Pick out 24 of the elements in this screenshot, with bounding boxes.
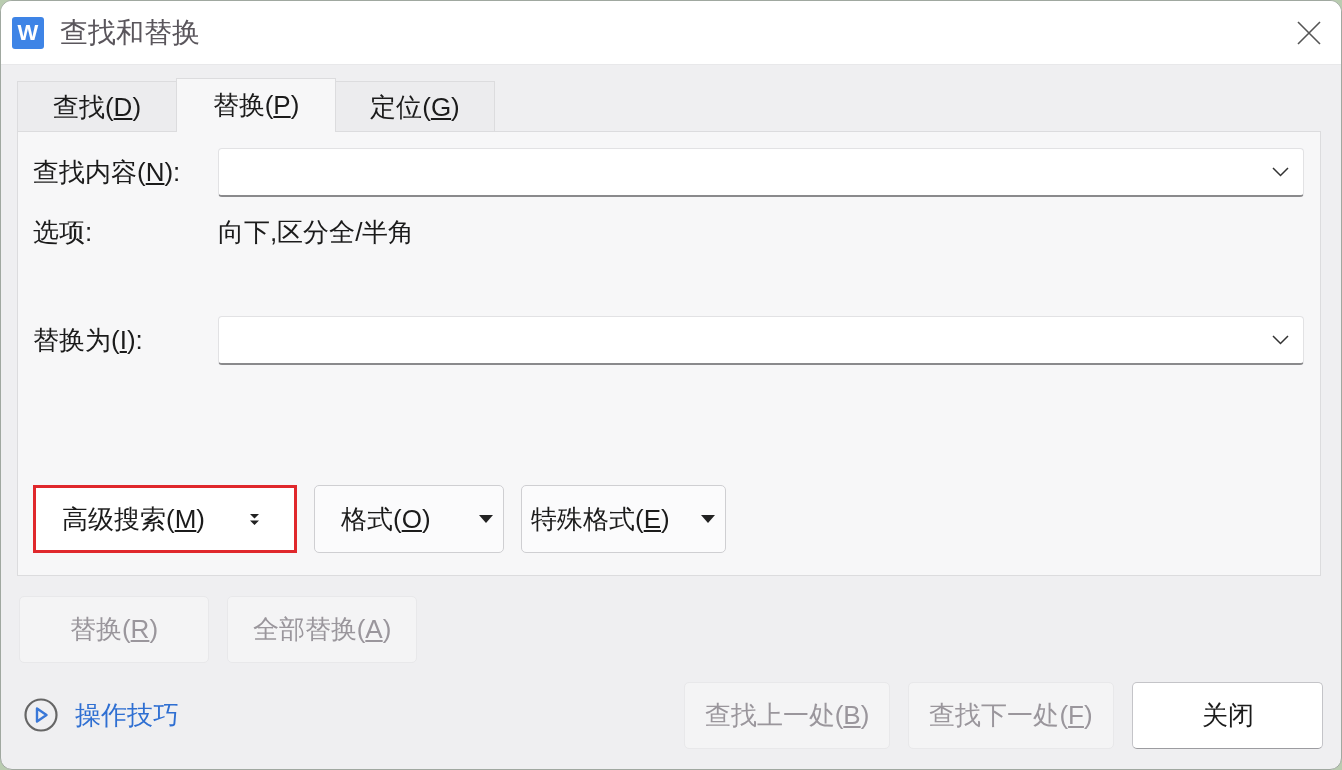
- chevron-down-icon: [1272, 167, 1289, 177]
- chevron-down-icon: [1272, 335, 1289, 345]
- caret-down-icon: [479, 515, 493, 523]
- app-logo: W: [12, 16, 44, 49]
- options-value: 向下,区分全/半角: [218, 215, 415, 249]
- close-button[interactable]: [1297, 20, 1321, 45]
- caret-down-icon: [701, 515, 715, 523]
- field-label: 查找内容(N):: [33, 156, 182, 189]
- window-title: 查找和替换: [60, 15, 200, 50]
- options-label: 选项:: [33, 215, 94, 249]
- format-button[interactable]: 特殊格式(E): [521, 485, 726, 553]
- help-link[interactable]: 操作技巧: [75, 697, 179, 733]
- play-circle-icon: [24, 698, 58, 732]
- dialog-button[interactable]: 关闭: [1132, 681, 1323, 749]
- combo-box[interactable]: [218, 316, 1304, 365]
- close-icon: [1297, 20, 1321, 45]
- format-button[interactable]: 格式(O): [314, 485, 504, 553]
- field-label: 替换为(I):: [33, 324, 144, 357]
- tab[interactable]: 定位(G): [335, 81, 495, 132]
- double-caret-icon: [249, 512, 260, 526]
- format-button[interactable]: 高级搜索(M): [33, 485, 297, 553]
- tab[interactable]: 查找(D): [17, 81, 177, 132]
- combo-box[interactable]: [218, 148, 1304, 197]
- tab[interactable]: 替换(P): [176, 78, 336, 132]
